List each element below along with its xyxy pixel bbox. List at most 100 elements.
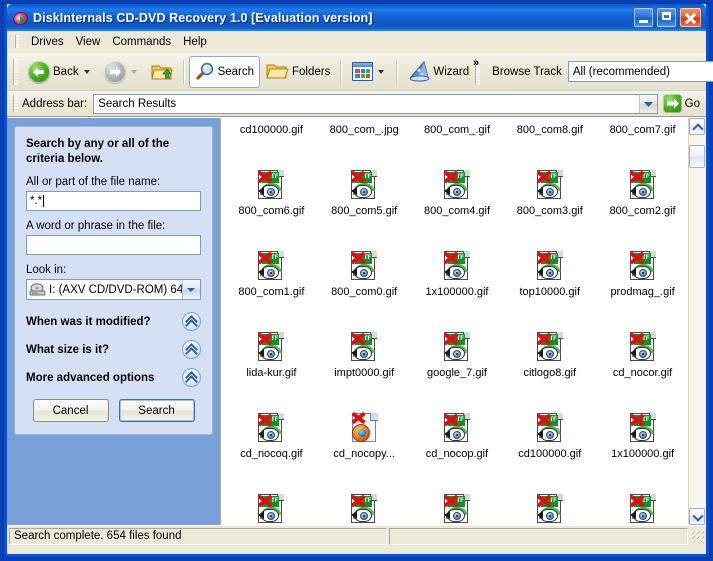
- section-when-modified[interactable]: When was it modified?: [26, 312, 201, 331]
- file-item[interactable]: TFprodmag_.gif: [596, 250, 689, 320]
- menu-bar: Drives View Commands Help: [7, 31, 706, 53]
- scroll-down-button[interactable]: [689, 508, 705, 525]
- search-button[interactable]: Search: [188, 55, 261, 88]
- look-in-chevron-down-icon[interactable]: [182, 280, 200, 299]
- broken-image-icon: TF: [348, 331, 380, 363]
- file-name: lida-kur.gif: [246, 367, 297, 379]
- up-one-level-button[interactable]: [145, 56, 179, 88]
- file-item[interactable]: TF cd_nocor.gif: [596, 331, 689, 401]
- word-phrase-input[interactable]: [26, 235, 201, 255]
- file-name: 800_com6.gif: [238, 205, 305, 217]
- back-button[interactable]: Back: [22, 56, 98, 88]
- file-item[interactable]: TF 800_com_.gif: [411, 118, 504, 158]
- folder-up-icon: [150, 62, 173, 82]
- folders-button[interactable]: Folders: [260, 56, 336, 88]
- toolbar-grip[interactable]: [13, 58, 18, 85]
- menu-grip[interactable]: [15, 35, 19, 48]
- minimize-button[interactable]: [633, 7, 654, 28]
- file-item[interactable]: TF cd100000.gif: [503, 412, 596, 482]
- broken-image-icon: TF: [534, 412, 566, 444]
- file-item[interactable]: TFprodmag_.gif: [318, 493, 411, 525]
- menu-help[interactable]: Help: [177, 34, 213, 50]
- forward-dropdown-caret-icon: [130, 69, 137, 74]
- back-label: Back: [53, 65, 79, 78]
- wizard-button[interactable]: Wizard: [402, 56, 475, 88]
- vertical-scrollbar[interactable]: [688, 118, 706, 525]
- file-item[interactable]: TF 800_com1.gif: [225, 250, 318, 320]
- filename-input[interactable]: *.*: [26, 191, 201, 211]
- section-what-size[interactable]: What size is it?: [26, 340, 201, 359]
- search-submit-button[interactable]: Search: [118, 399, 195, 422]
- file-item[interactable]: TF 800_com8.gif: [503, 118, 596, 158]
- file-item[interactable]: TF cd100000.gif: [225, 118, 318, 158]
- address-bar-grip[interactable]: [13, 95, 18, 112]
- file-name: 800_com5.gif: [331, 205, 398, 217]
- file-item[interactable]: TFtop10000.gif: [225, 493, 318, 525]
- scrollbar-thumb[interactable]: [689, 145, 705, 168]
- menu-view[interactable]: View: [70, 34, 107, 50]
- file-item[interactable]: TF cd_nocoq.gif: [225, 412, 318, 482]
- address-dropdown-chevron-icon[interactable]: [638, 94, 657, 113]
- file-item[interactable]: TF 1x100000.gif: [411, 250, 504, 320]
- file-item[interactable]: TFimpt0000.gif: [318, 331, 411, 401]
- broken-image-icon: TF: [255, 493, 287, 525]
- back-dropdown-caret-icon[interactable]: [83, 69, 90, 74]
- address-input[interactable]: Search Results: [93, 93, 658, 114]
- chevron-up-icon-size[interactable]: [182, 340, 201, 359]
- menu-commands[interactable]: Commands: [106, 34, 177, 50]
- section-advanced[interactable]: More advanced options: [26, 368, 201, 387]
- text-caret: [43, 195, 45, 207]
- file-item[interactable]: TFlida-kur.gif: [225, 331, 318, 401]
- chevron-up-icon-modified[interactable]: [182, 312, 201, 331]
- toolbar-separator: [182, 59, 185, 84]
- toolbar-separator-3: [396, 59, 399, 84]
- close-button[interactable]: [679, 7, 702, 28]
- file-name: cd_nocor.gif: [612, 367, 673, 379]
- file-name: 800_com2.gif: [609, 205, 676, 217]
- file-item[interactable]: TF 800_com6.gif: [225, 169, 318, 239]
- file-name: cd_nocopy...: [333, 448, 395, 460]
- go-button[interactable]: Go: [662, 94, 700, 113]
- file-grid: TF cd100000.gif TF 800_com_.jpg TF 800_com_.g…: [221, 118, 689, 525]
- file-item[interactable]: TFlida-kur.gif: [411, 493, 504, 525]
- file-item[interactable]: TFgoogle_7.gif: [411, 331, 504, 401]
- file-item[interactable]: TF 800_com_.jpg: [318, 118, 411, 158]
- broken-image-icon: TF: [441, 331, 473, 363]
- file-item[interactable]: TF 1x100000.gif: [596, 412, 689, 482]
- toolbar-overflow-chevron-icon[interactable]: »: [468, 53, 484, 90]
- file-item[interactable]: TFgoogle_7.gif: [596, 493, 689, 525]
- file-item[interactable]: TF cd_nocop.gif: [411, 412, 504, 482]
- search-icon: [195, 62, 215, 81]
- views-dropdown-caret-icon[interactable]: [378, 69, 385, 74]
- file-list-pane[interactable]: TF cd100000.gif TF 800_com_.jpg TF 800_com_.g…: [220, 118, 706, 525]
- window-frame: DiskInternals CD-DVD Recovery 1.0 [Evalu…: [4, 4, 713, 557]
- broken-image-icon: TF: [534, 169, 566, 201]
- filename-value: *.*: [30, 195, 43, 207]
- file-item[interactable]: TF 800_com2.gif: [596, 169, 689, 239]
- file-item[interactable]: TF 800_com4.gif: [411, 169, 504, 239]
- file-item[interactable]: TF 800_com5.gif: [318, 169, 411, 239]
- file-item[interactable]: TF citlogo8.gif: [503, 331, 596, 401]
- look-in-select[interactable]: I: (AXV CD/DVD-ROM) 649,: [26, 279, 201, 300]
- maximize-button[interactable]: [656, 7, 677, 28]
- chevron-up-icon-advanced[interactable]: [182, 368, 201, 387]
- file-name: citlogo8.gif: [523, 367, 577, 379]
- scroll-up-button[interactable]: [689, 118, 705, 135]
- menu-drives[interactable]: Drives: [25, 34, 70, 50]
- file-item[interactable]: TF 800_com0.gif: [318, 250, 411, 320]
- broken-image-icon: TF: [255, 169, 287, 201]
- file-item[interactable]: TF 800_com3.gif: [503, 169, 596, 239]
- file-item[interactable]: cd_nocopy...: [318, 411, 411, 482]
- file-item[interactable]: TFimpt0000.gif: [503, 493, 596, 525]
- broken-image-icon: TF: [627, 331, 659, 363]
- browse-track-label: Browse Track: [492, 65, 562, 78]
- file-item[interactable]: TFtop10000.gif: [503, 250, 596, 320]
- cancel-button[interactable]: Cancel: [32, 399, 109, 422]
- views-button[interactable]: [346, 56, 392, 88]
- resize-grip-icon[interactable]: [690, 529, 704, 543]
- file-name: 800_com3.gif: [516, 205, 583, 217]
- file-item[interactable]: TF 800_com7.gif: [596, 118, 689, 158]
- browse-track-select[interactable]: All (recommended): [567, 61, 713, 82]
- forward-button[interactable]: [98, 56, 145, 88]
- section-what-size-label: What size is it?: [26, 343, 110, 356]
